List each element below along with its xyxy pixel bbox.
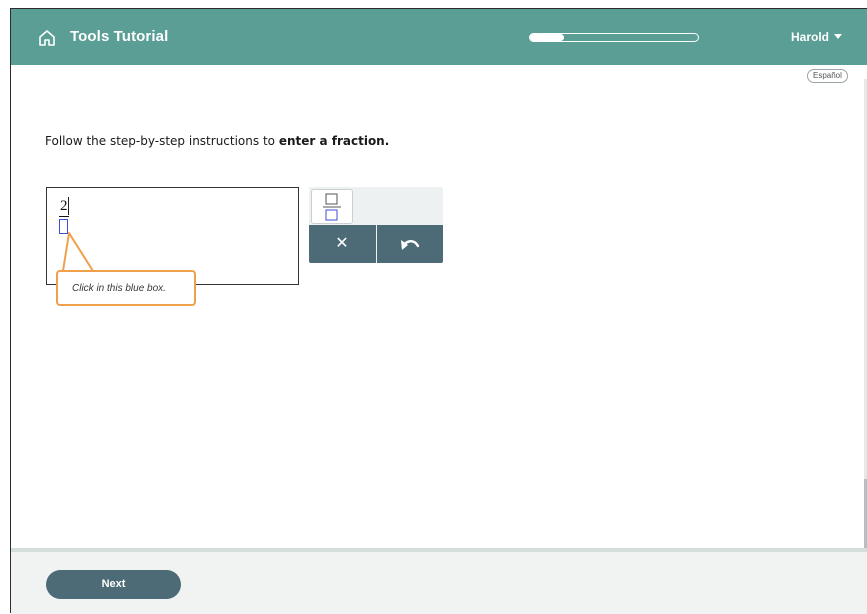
clear-button[interactable]: ✕: [309, 225, 375, 263]
instruction-emphasis: enter a fraction.: [278, 134, 390, 148]
instruction-text: Follow the step-by-step instructions to …: [45, 134, 389, 148]
undo-icon: [401, 240, 420, 250]
progress-bar: [529, 33, 699, 42]
clear-icon: ✕: [335, 235, 349, 252]
fraction-tool-button[interactable]: [311, 189, 353, 224]
progress-fill: [530, 34, 564, 41]
undo-button[interactable]: [377, 225, 443, 263]
top-bar: Tools Tutorial Harold: [11, 9, 867, 65]
hint-callout: Click in this blue box.: [56, 270, 196, 306]
instruction-prefix: Follow the step-by-step instructions to: [45, 134, 279, 148]
user-menu-button[interactable]: Harold: [791, 30, 843, 44]
fraction-bar: [59, 216, 69, 217]
math-toolbox: ✕: [309, 187, 443, 263]
footer-bar: Next: [11, 552, 867, 614]
toolbox-action-row: ✕: [309, 225, 443, 263]
app-title: Tools Tutorial: [70, 28, 169, 45]
app-frame: Tools Tutorial Harold Español Follow the…: [10, 8, 867, 614]
next-button[interactable]: Next: [46, 570, 181, 599]
language-toggle-button[interactable]: Español: [807, 69, 848, 83]
hint-text: Click in this blue box.: [72, 283, 166, 294]
callout-pointer: [62, 232, 94, 272]
user-name: Harold: [791, 30, 830, 44]
text-cursor: [68, 197, 69, 215]
fraction-numerator: 2: [60, 198, 68, 214]
home-icon[interactable]: [37, 28, 57, 48]
caret-down-icon: [834, 34, 843, 39]
fraction-icon: [323, 193, 341, 221]
